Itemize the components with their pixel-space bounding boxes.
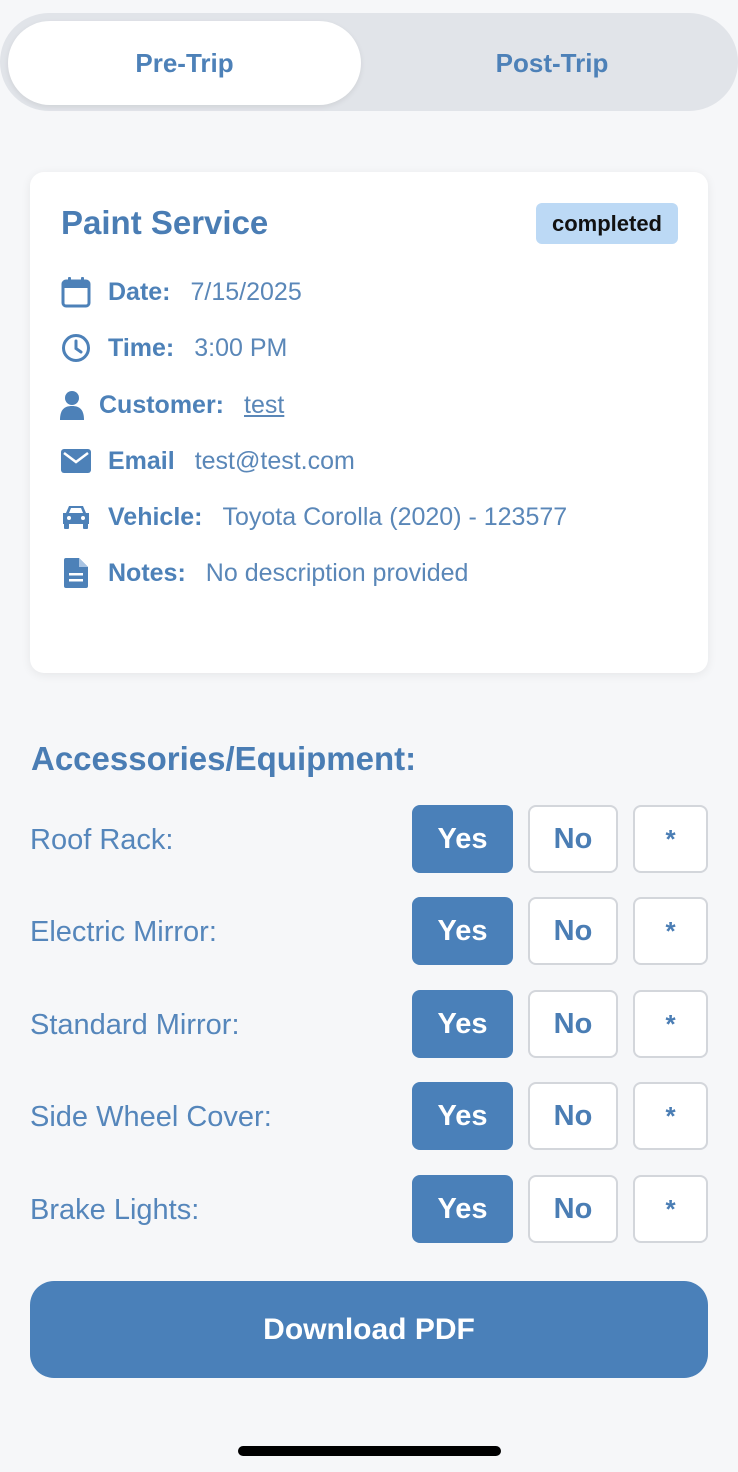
home-indicator[interactable] <box>238 1446 501 1456</box>
no-button[interactable]: No <box>528 805 618 873</box>
service-title: Paint Service <box>61 204 269 241</box>
yes-button[interactable]: Yes <box>412 897 513 965</box>
accessory-row-roof-rack: Roof Rack: Yes No * <box>30 805 708 875</box>
calendar-icon <box>60 276 92 308</box>
no-button[interactable]: No <box>528 990 618 1058</box>
person-icon <box>60 389 84 421</box>
accessory-row-standard-mirror: Standard Mirror: Yes No * <box>30 990 708 1060</box>
vehicle-row: Vehicle: Toyota Corolla (2020) - 123577 <box>60 497 567 537</box>
trip-tabs: Pre-Trip Post-Trip <box>0 13 738 111</box>
yes-button[interactable]: Yes <box>412 805 513 873</box>
other-button[interactable]: * <box>633 805 708 873</box>
yes-button[interactable]: Yes <box>412 1082 513 1150</box>
notes-value: No description provided <box>205 558 469 587</box>
accessory-label: Brake Lights: <box>30 1193 200 1226</box>
other-button[interactable]: * <box>633 1175 708 1243</box>
service-card: Paint Service completed Date: 7/15/2025 … <box>30 172 708 673</box>
accessory-row-side-wheel-cover: Side Wheel Cover: Yes No * <box>30 1082 708 1152</box>
yes-button[interactable]: Yes <box>412 1175 513 1243</box>
trip-inspection-screen: Pre-Trip Post-Trip Paint Service complet… <box>0 0 738 1472</box>
envelope-icon <box>60 445 92 477</box>
car-icon <box>60 501 92 533</box>
time-label: Time: <box>108 333 175 362</box>
accessory-label: Roof Rack: <box>30 823 174 856</box>
time-row: Time: 3:00 PM <box>60 328 287 368</box>
yes-button[interactable]: Yes <box>412 990 513 1058</box>
date-label: Date: <box>108 277 171 306</box>
date-value: 7/15/2025 <box>190 277 302 306</box>
email-label: Email <box>108 446 175 475</box>
other-button[interactable]: * <box>633 990 708 1058</box>
customer-link[interactable]: test <box>244 391 284 420</box>
date-row: Date: 7/15/2025 <box>60 272 302 312</box>
status-badge: completed <box>535 203 678 244</box>
other-button[interactable]: * <box>633 897 708 965</box>
download-pdf-button[interactable]: Download PDF <box>30 1281 708 1378</box>
email-value: test@test.com <box>194 446 355 475</box>
clock-icon <box>60 332 92 364</box>
notes-label: Notes: <box>108 558 186 587</box>
accessory-label: Standard Mirror: <box>30 1008 240 1041</box>
customer-row: Customer: test <box>60 385 284 425</box>
other-button[interactable]: * <box>633 1082 708 1150</box>
email-row: Email test@test.com <box>60 441 355 481</box>
time-value: 3:00 PM <box>194 333 288 362</box>
no-button[interactable]: No <box>528 897 618 965</box>
notes-row: Notes: No description provided <box>60 553 468 593</box>
vehicle-value: Toyota Corolla (2020) - 123577 <box>222 502 568 531</box>
accessory-label: Electric Mirror: <box>30 915 217 948</box>
accessory-label: Side Wheel Cover: <box>30 1100 272 1133</box>
accessories-title: Accessories/Equipment: <box>31 740 417 777</box>
accessory-row-electric-mirror: Electric Mirror: Yes No * <box>30 897 708 967</box>
tab-pre-trip[interactable]: Pre-Trip <box>8 21 361 105</box>
accessory-row-brake-lights: Brake Lights: Yes No * <box>30 1175 708 1245</box>
tab-post-trip[interactable]: Post-Trip <box>369 21 735 105</box>
no-button[interactable]: No <box>528 1082 618 1150</box>
document-icon <box>60 557 92 589</box>
no-button[interactable]: No <box>528 1175 618 1243</box>
customer-label: Customer: <box>99 390 225 419</box>
vehicle-label: Vehicle: <box>108 502 203 531</box>
